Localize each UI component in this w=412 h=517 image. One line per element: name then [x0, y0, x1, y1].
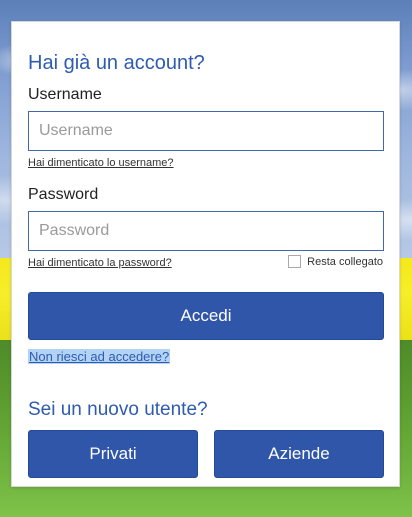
remember-me[interactable]: Resta collegato: [288, 255, 383, 268]
username-label: Username: [28, 86, 102, 103]
private-signup-button[interactable]: Privati: [28, 430, 198, 478]
forgot-username-link[interactable]: Hai dimenticato lo username?: [28, 157, 174, 169]
remember-checkbox[interactable]: [288, 255, 302, 268]
password-input[interactable]: [28, 211, 384, 251]
signup-title: Sei un nuovo utente?: [28, 399, 208, 420]
login-button[interactable]: Accedi: [28, 292, 384, 340]
login-card: Hai già un account? Username Hai dimenti…: [11, 21, 400, 487]
login-title: Hai già un account?: [28, 52, 205, 74]
username-input[interactable]: [28, 111, 384, 151]
cant-login-link[interactable]: Non riesci ad accedere?: [28, 349, 171, 364]
password-label: Password: [28, 186, 99, 203]
remember-label: Resta collegato: [307, 255, 383, 268]
business-signup-button[interactable]: Aziende: [214, 430, 384, 478]
forgot-password-link[interactable]: Hai dimenticato la password?: [28, 257, 172, 269]
